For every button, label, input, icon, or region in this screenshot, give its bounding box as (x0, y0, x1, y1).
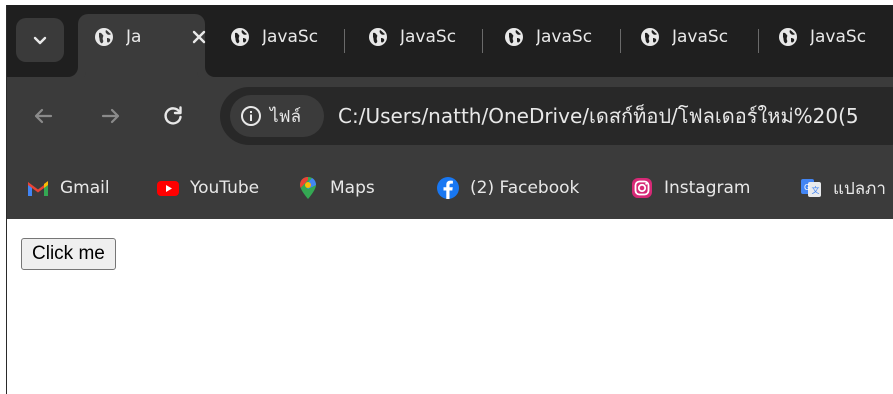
tab-title: Ja (126, 27, 142, 47)
tab-title: JavaSc (400, 27, 457, 47)
globe-icon (95, 28, 113, 46)
tab-title: JavaSc (672, 27, 729, 47)
info-icon (241, 106, 261, 126)
close-icon[interactable] (190, 28, 208, 46)
bookmark-gmail[interactable]: Gmail (26, 174, 110, 202)
site-info-chip[interactable]: ไฟล์ (230, 95, 324, 137)
window-left-border (6, 5, 7, 394)
tab-title: JavaSc (262, 27, 319, 47)
forward-button[interactable] (96, 101, 126, 131)
bookmark-youtube[interactable]: YouTube (156, 174, 259, 202)
back-button[interactable] (28, 101, 58, 131)
svg-text:G: G (804, 183, 810, 192)
reload-button[interactable] (158, 101, 188, 131)
url-text[interactable]: C:/Users/natth/OneDrive/เดสก์ท็อป/โฟลเดอ… (338, 87, 859, 145)
globe-icon (231, 28, 249, 46)
instagram-icon (630, 176, 654, 200)
tab-separator (620, 29, 621, 53)
bookmark-maps[interactable]: Maps (296, 174, 375, 202)
page-content: Click me (6, 219, 893, 394)
arrow-left-icon (34, 108, 53, 124)
facebook-icon (436, 176, 460, 200)
gmail-icon (26, 176, 50, 200)
globe-icon (779, 28, 797, 46)
bookmark-label: Maps (330, 178, 375, 198)
globe-icon (505, 28, 523, 46)
reload-icon (164, 106, 182, 125)
bookmark-translate[interactable]: G 文 แปลภา (799, 174, 886, 202)
bookmark-instagram[interactable]: Instagram (630, 174, 751, 202)
translate-icon: G 文 (799, 176, 823, 200)
tab-4[interactable]: JavaSc (504, 19, 616, 55)
bookmark-label: YouTube (190, 178, 260, 198)
globe-icon (641, 28, 659, 46)
tab-2[interactable]: JavaSc (230, 19, 342, 55)
bookmark-label: Instagram (664, 178, 751, 198)
tab-1[interactable]: Ja (94, 19, 206, 55)
bookmark-label: Gmail (60, 178, 110, 198)
tab-separator (344, 29, 345, 53)
bookmark-label: แปลภา (833, 178, 886, 199)
bookmark-label: (2) Facebook (470, 178, 580, 198)
bookmark-facebook[interactable]: (2) Facebook (436, 174, 579, 202)
address-bar[interactable]: ไฟล์ C:/Users/natth/OneDrive/เดสก์ท็อป/โ… (220, 87, 893, 145)
bookmarks-bar: Gmail YouTube Maps (2) Facebook Instagra… (6, 157, 893, 219)
youtube-icon (156, 176, 180, 200)
globe-icon (369, 28, 387, 46)
browser-toolbar: ไฟล์ C:/Users/natth/OneDrive/เดสก์ท็อป/โ… (6, 77, 893, 157)
browser-window: Ja JavaSc JavaSc JavaSc JavaSc JavaSc ไฟ… (6, 5, 893, 394)
maps-icon (296, 176, 320, 200)
tab-search-button[interactable] (16, 18, 64, 62)
tab-separator (758, 29, 759, 53)
click-me-button[interactable]: Click me (21, 238, 116, 270)
site-info-label: ไฟล์ (270, 106, 302, 127)
chevron-down-icon (33, 36, 47, 45)
tab-title: JavaSc (536, 27, 593, 47)
arrow-right-icon (101, 108, 120, 124)
tab-5[interactable]: JavaSc (640, 19, 752, 55)
tab-strip: Ja JavaSc JavaSc JavaSc JavaSc JavaSc (6, 5, 893, 77)
tab-title: JavaSc (810, 27, 867, 47)
tab-6[interactable]: JavaSc (778, 19, 893, 55)
tab-separator (482, 29, 483, 53)
svg-text:文: 文 (812, 185, 820, 195)
tab-3[interactable]: JavaSc (368, 19, 480, 55)
